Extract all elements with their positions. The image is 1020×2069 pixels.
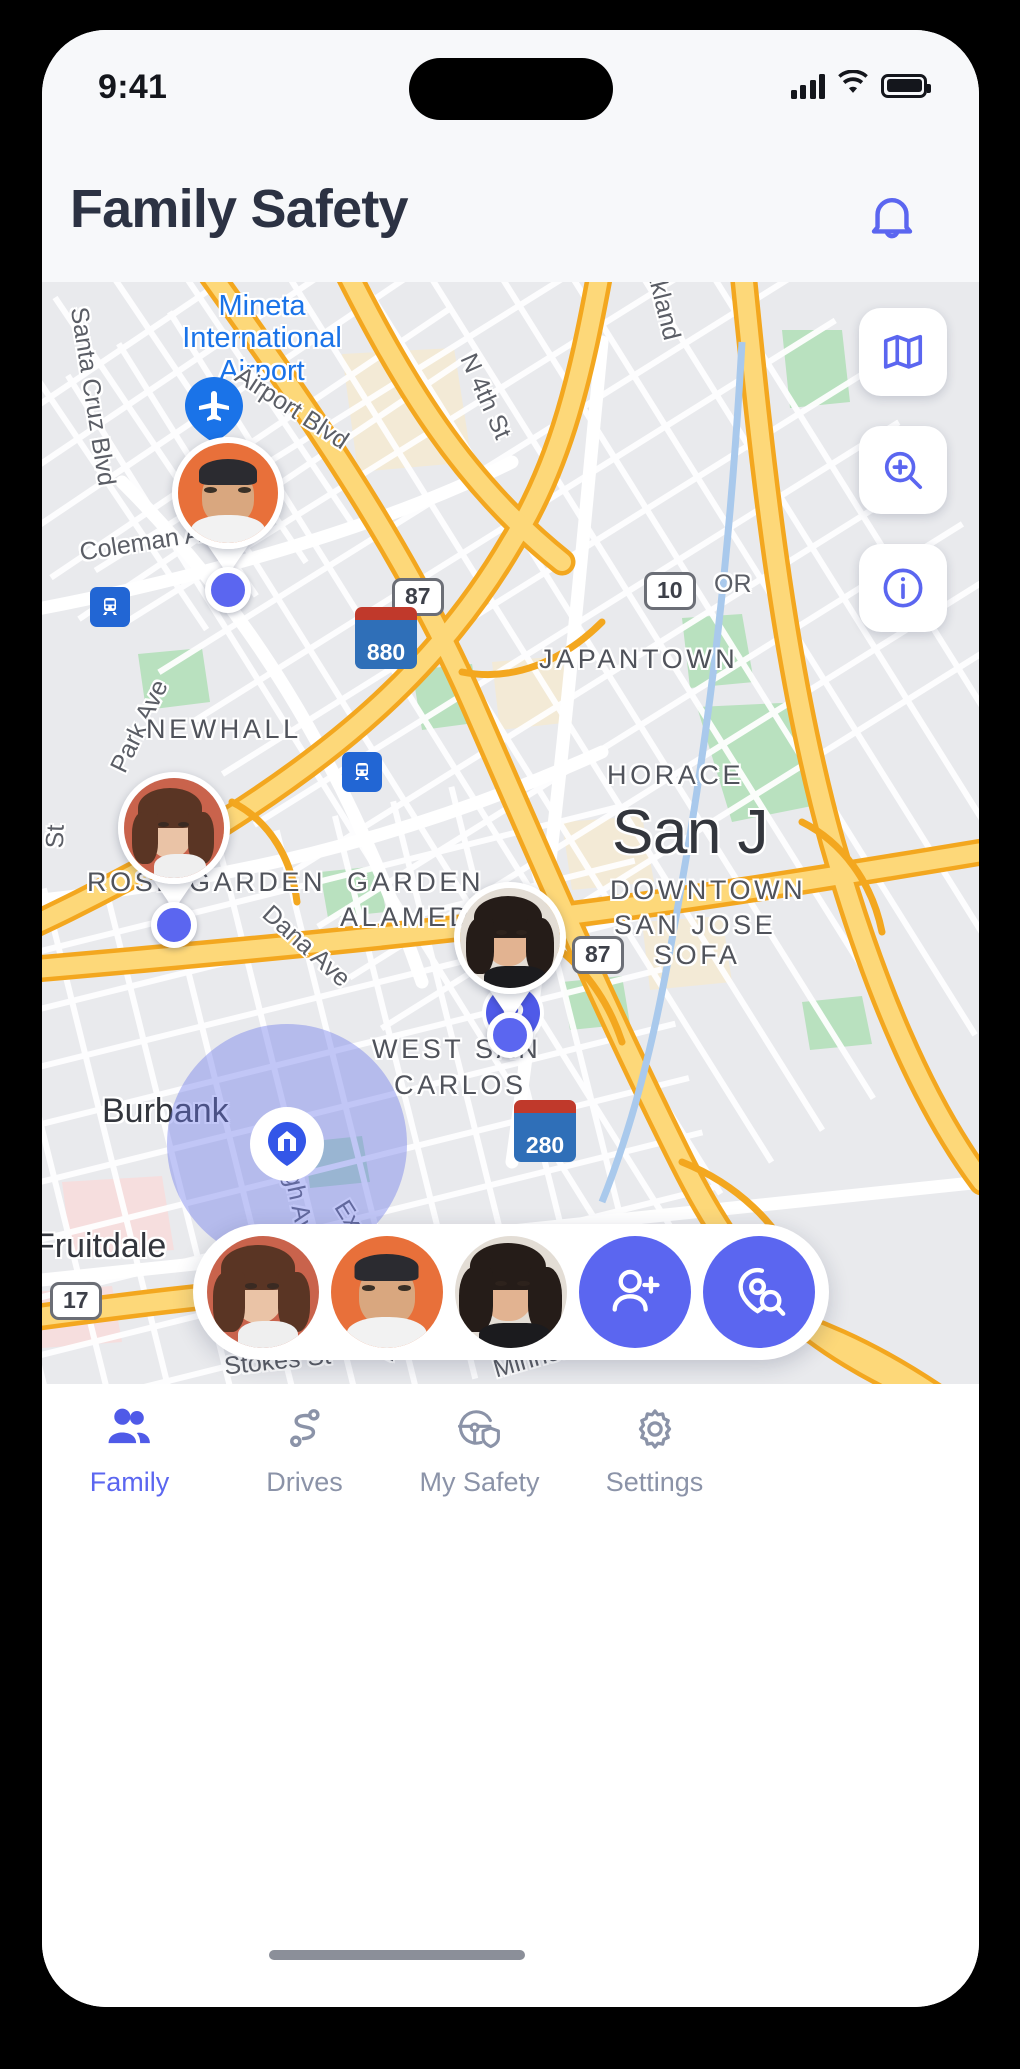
bell-icon [864,189,920,250]
dock-avatar-mia[interactable] [206,1236,319,1348]
dock-avatar-sofia[interactable] [454,1236,567,1348]
highway-shield-87-b: 87 [572,936,624,974]
notifications-button[interactable] [855,182,929,256]
tab-drives[interactable]: Drives [217,1384,392,1554]
tab-list: Family Drives My Safety Settings [42,1384,742,1554]
people-icon [105,1406,155,1457]
member-dock [192,1224,829,1360]
airport-pin [185,377,243,443]
marker-avatar-sofia [454,882,566,994]
wifi-icon [837,69,869,101]
status-bar: 9:41 [42,30,979,150]
transit-station-icon-2 [342,752,382,792]
add-member-button[interactable] [578,1236,691,1348]
transit-station-icon-1 [90,587,130,627]
gear-icon [632,1406,678,1457]
tab-label-family: Family [89,1467,170,1497]
tab-settings[interactable]: Settings [567,1384,742,1554]
route-icon [282,1406,328,1457]
zoom-in-button[interactable] [859,426,947,514]
highway-shield-880: 880 [355,607,417,669]
app-header: Family Safety [42,150,979,282]
info-button[interactable] [859,544,947,632]
marker-avatar-mia [118,772,230,884]
highway-shield-17: 17 [50,1282,102,1320]
highway-shield-280: 280 [514,1100,576,1162]
page-title: Family Safety [70,179,409,239]
home-indicator [269,1950,525,1960]
dynamic-island [408,58,613,120]
tab-my-safety[interactable]: My Safety [392,1384,567,1554]
status-time: 9:41 [98,68,168,106]
magnifier-plus-icon [880,447,926,493]
locate-member-button[interactable] [702,1236,815,1348]
highway-shield-10: 10 [644,572,696,610]
phone-device: Mineta International Airport Airport Blv… [42,30,979,2007]
map-view[interactable]: Mineta International Airport Airport Blv… [42,282,979,1384]
tab-label-drives: Drives [266,1467,343,1497]
marker-location-dot [205,567,251,613]
pin-search-icon [730,1263,788,1321]
marker-location-dot [151,902,197,948]
member-marker-ethan[interactable] [172,437,284,613]
marker-avatar-ethan [172,437,284,549]
dock-avatar-ethan[interactable] [330,1236,443,1348]
cellular-bars-icon [790,73,825,99]
marker-location-dot [487,1012,533,1058]
member-marker-mia[interactable] [118,772,230,948]
screenshot-root: Mineta International Airport Airport Blv… [0,0,1020,2069]
tab-family[interactable]: Family [42,1384,217,1554]
map-icon [880,329,926,375]
tab-label-settings: Settings [605,1467,704,1497]
tab-bar: Family Drives My Safety Settings [42,1384,979,2007]
map-controls [859,308,947,632]
battery-full-icon [881,73,931,98]
map-layers-button[interactable] [859,308,947,396]
status-icons [790,69,931,101]
steering-wheel-shield-icon [455,1406,505,1457]
tab-label-my-safety: My Safety [419,1467,540,1497]
member-marker-sofia[interactable] [454,882,566,1058]
info-circle-icon [880,565,926,611]
home-geofence-pin [250,1107,324,1181]
person-plus-icon [606,1263,664,1321]
